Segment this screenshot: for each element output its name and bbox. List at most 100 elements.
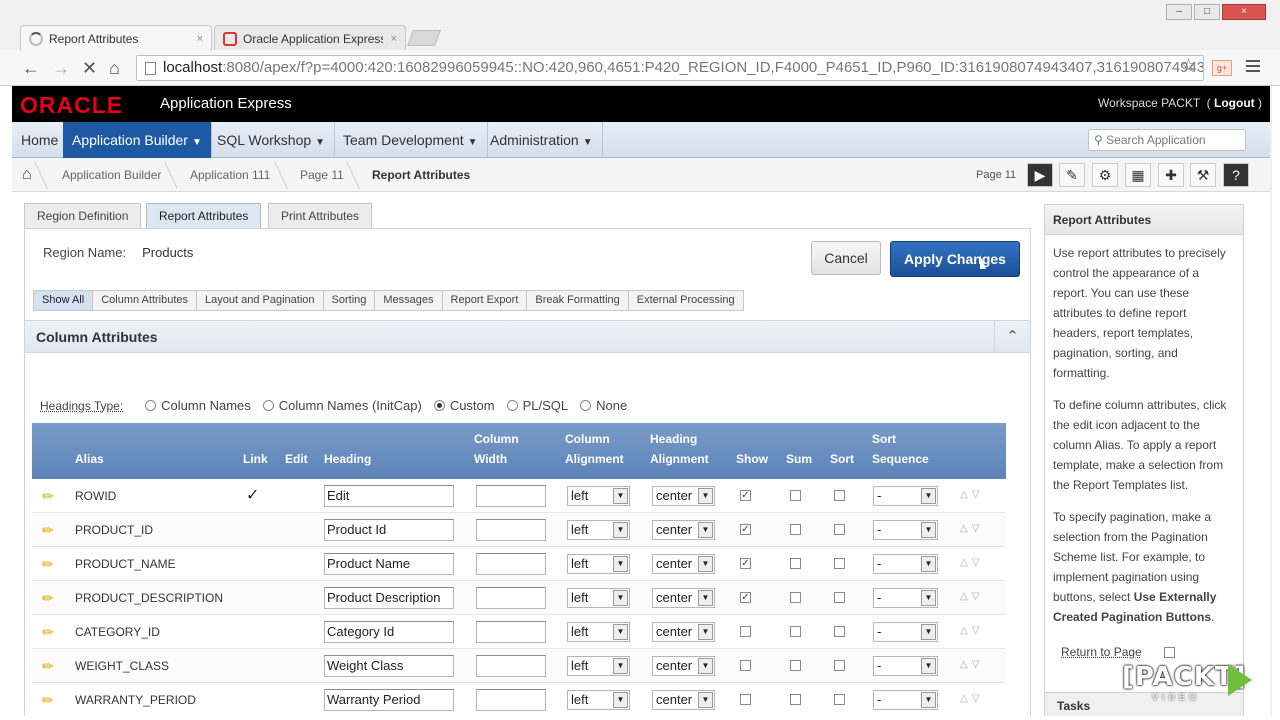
edit-pencil-icon[interactable]: ✏ bbox=[42, 658, 54, 675]
sort-checkbox[interactable] bbox=[834, 558, 845, 569]
radio-button[interactable] bbox=[506, 400, 518, 411]
sort-sequence-select[interactable]: - ▼ bbox=[873, 622, 938, 642]
nav-team-development[interactable]: Team Development ▼ bbox=[334, 122, 488, 158]
column-width-input[interactable] bbox=[476, 621, 546, 643]
edit-pencil-icon[interactable]: ✏ bbox=[42, 488, 54, 505]
radio-button[interactable] bbox=[145, 400, 157, 411]
browser-tab-report-attributes[interactable]: Report Attributes × bbox=[20, 25, 212, 51]
sort-checkbox[interactable] bbox=[834, 490, 845, 501]
tab-region-definition[interactable]: Region Definition bbox=[24, 203, 142, 229]
help-icon[interactable]: ? bbox=[1223, 163, 1249, 187]
column-width-input[interactable] bbox=[476, 553, 546, 575]
column-alignment-select[interactable]: left ▼ bbox=[567, 656, 630, 676]
heading-input[interactable]: Edit bbox=[324, 485, 454, 507]
heading-input[interactable]: Weight Class bbox=[324, 655, 454, 677]
sort-checkbox[interactable] bbox=[834, 626, 845, 637]
reorder-arrows-icon[interactable]: △▽ bbox=[960, 693, 983, 704]
heading-alignment-select[interactable]: center ▼ bbox=[652, 656, 715, 676]
gear-icon[interactable]: ⚙ bbox=[1092, 163, 1118, 187]
filter-messages[interactable]: Messages bbox=[375, 291, 443, 310]
column-alignment-select[interactable]: left ▼ bbox=[567, 520, 630, 540]
radio-button-selected[interactable] bbox=[433, 400, 445, 411]
sum-checkbox[interactable] bbox=[790, 558, 801, 569]
radio-custom[interactable]: Custom bbox=[433, 398, 495, 413]
run-page-icon[interactable]: ▶ bbox=[1027, 163, 1053, 187]
radio-button[interactable] bbox=[262, 400, 274, 411]
column-alignment-select[interactable]: left ▼ bbox=[567, 554, 630, 574]
reorder-arrows-icon[interactable]: △▽ bbox=[960, 659, 983, 670]
heading-input[interactable]: Product Description bbox=[324, 587, 454, 609]
show-checkbox[interactable]: ✓ bbox=[740, 592, 751, 603]
reorder-arrows-icon[interactable]: △▽ bbox=[960, 625, 983, 636]
tab-print-attributes[interactable]: Print Attributes bbox=[268, 203, 373, 229]
filter-layout-and-pagination[interactable]: Layout and Pagination bbox=[197, 291, 324, 310]
nav-application-builder[interactable]: Application Builder ▼ bbox=[63, 122, 212, 158]
radio-column-names-initcap[interactable]: Column Names (InitCap) bbox=[262, 398, 422, 413]
filter-column-attributes[interactable]: Column Attributes bbox=[93, 291, 198, 310]
sort-sequence-select[interactable]: - ▼ bbox=[873, 690, 938, 710]
bookmark-star-icon[interactable]: ☆ bbox=[1180, 55, 1197, 78]
breadcrumb-application-111[interactable]: Application 111 bbox=[190, 158, 270, 192]
filter-break-formatting[interactable]: Break Formatting bbox=[527, 291, 629, 310]
heading-alignment-select[interactable]: center ▼ bbox=[652, 622, 715, 642]
edit-pencil-icon[interactable]: ✏ bbox=[42, 522, 54, 539]
sort-checkbox[interactable] bbox=[834, 660, 845, 671]
radio-plsql[interactable]: PL/SQL bbox=[506, 398, 568, 413]
edit-pencil-icon[interactable]: ✏ bbox=[42, 590, 54, 607]
show-checkbox[interactable]: ✓ bbox=[740, 524, 751, 535]
sort-sequence-select[interactable]: - ▼ bbox=[873, 656, 938, 676]
cancel-button[interactable]: Cancel bbox=[811, 241, 881, 275]
heading-alignment-select[interactable]: center ▼ bbox=[652, 588, 715, 608]
edit-pencil-icon[interactable]: ✏ bbox=[42, 556, 54, 573]
edit-page-icon[interactable]: ✎ bbox=[1059, 163, 1085, 187]
logout-link[interactable]: Logout bbox=[1214, 96, 1255, 110]
sort-sequence-select[interactable]: - ▼ bbox=[873, 588, 938, 608]
heading-alignment-select[interactable]: center ▼ bbox=[652, 520, 715, 540]
reorder-arrows-icon[interactable]: △▽ bbox=[960, 489, 983, 500]
heading-input[interactable]: Product Id bbox=[324, 519, 454, 541]
column-width-input[interactable] bbox=[476, 587, 546, 609]
sort-checkbox[interactable] bbox=[834, 592, 845, 603]
filter-report-export[interactable]: Report Export bbox=[442, 291, 528, 310]
filter-external-processing[interactable]: External Processing bbox=[628, 291, 743, 310]
sort-checkbox[interactable] bbox=[834, 694, 845, 705]
browser-menu-icon[interactable] bbox=[1246, 60, 1260, 75]
column-width-input[interactable] bbox=[476, 689, 546, 711]
create-icon[interactable]: ✚ bbox=[1158, 163, 1184, 187]
sum-checkbox[interactable] bbox=[790, 592, 801, 603]
heading-alignment-select[interactable]: center ▼ bbox=[652, 486, 715, 506]
return-to-page-checkbox[interactable] bbox=[1164, 647, 1175, 658]
show-checkbox[interactable] bbox=[740, 626, 751, 637]
apply-changes-button[interactable]: Apply Changes bbox=[890, 241, 1020, 277]
column-alignment-select[interactable]: left ▼ bbox=[567, 690, 630, 710]
heading-alignment-select[interactable]: center ▼ bbox=[652, 554, 715, 574]
oracle-logo[interactable]: ORACLE bbox=[20, 92, 123, 119]
nav-home[interactable]: Home bbox=[12, 122, 69, 158]
show-checkbox[interactable] bbox=[740, 694, 751, 705]
reorder-arrows-icon[interactable]: △▽ bbox=[960, 557, 983, 568]
tab-close-icon[interactable]: × bbox=[197, 33, 203, 45]
maximize-button[interactable]: □ bbox=[1194, 4, 1220, 20]
back-arrow-icon[interactable]: ← bbox=[22, 58, 40, 78]
column-alignment-select[interactable]: left ▼ bbox=[567, 588, 630, 608]
stop-icon[interactable]: ✕ bbox=[82, 58, 97, 78]
breadcrumb-application-builder[interactable]: Application Builder bbox=[62, 158, 161, 192]
nav-sql-workshop[interactable]: SQL Workshop ▼ bbox=[208, 122, 336, 158]
heading-alignment-select[interactable]: center ▼ bbox=[652, 690, 715, 710]
sort-sequence-select[interactable]: - ▼ bbox=[873, 554, 938, 574]
show-checkbox[interactable]: ✓ bbox=[740, 490, 751, 501]
tab-close-icon[interactable]: × bbox=[391, 33, 397, 45]
forward-arrow-icon[interactable]: → bbox=[52, 58, 70, 78]
sum-checkbox[interactable] bbox=[790, 524, 801, 535]
heading-input[interactable]: Product Name bbox=[324, 553, 454, 575]
show-checkbox[interactable] bbox=[740, 660, 751, 671]
google-plus-extension-icon[interactable]: g+ bbox=[1212, 60, 1232, 76]
close-window-button[interactable]: × bbox=[1222, 4, 1266, 20]
edit-pencil-icon[interactable]: ✏ bbox=[42, 692, 54, 709]
filter-sorting[interactable]: Sorting bbox=[323, 291, 376, 310]
show-checkbox[interactable]: ✓ bbox=[740, 558, 751, 569]
heading-input[interactable]: Warranty Period bbox=[324, 689, 454, 711]
reorder-arrows-icon[interactable]: △▽ bbox=[960, 591, 983, 602]
column-width-input[interactable] bbox=[476, 519, 546, 541]
sum-checkbox[interactable] bbox=[790, 660, 801, 671]
